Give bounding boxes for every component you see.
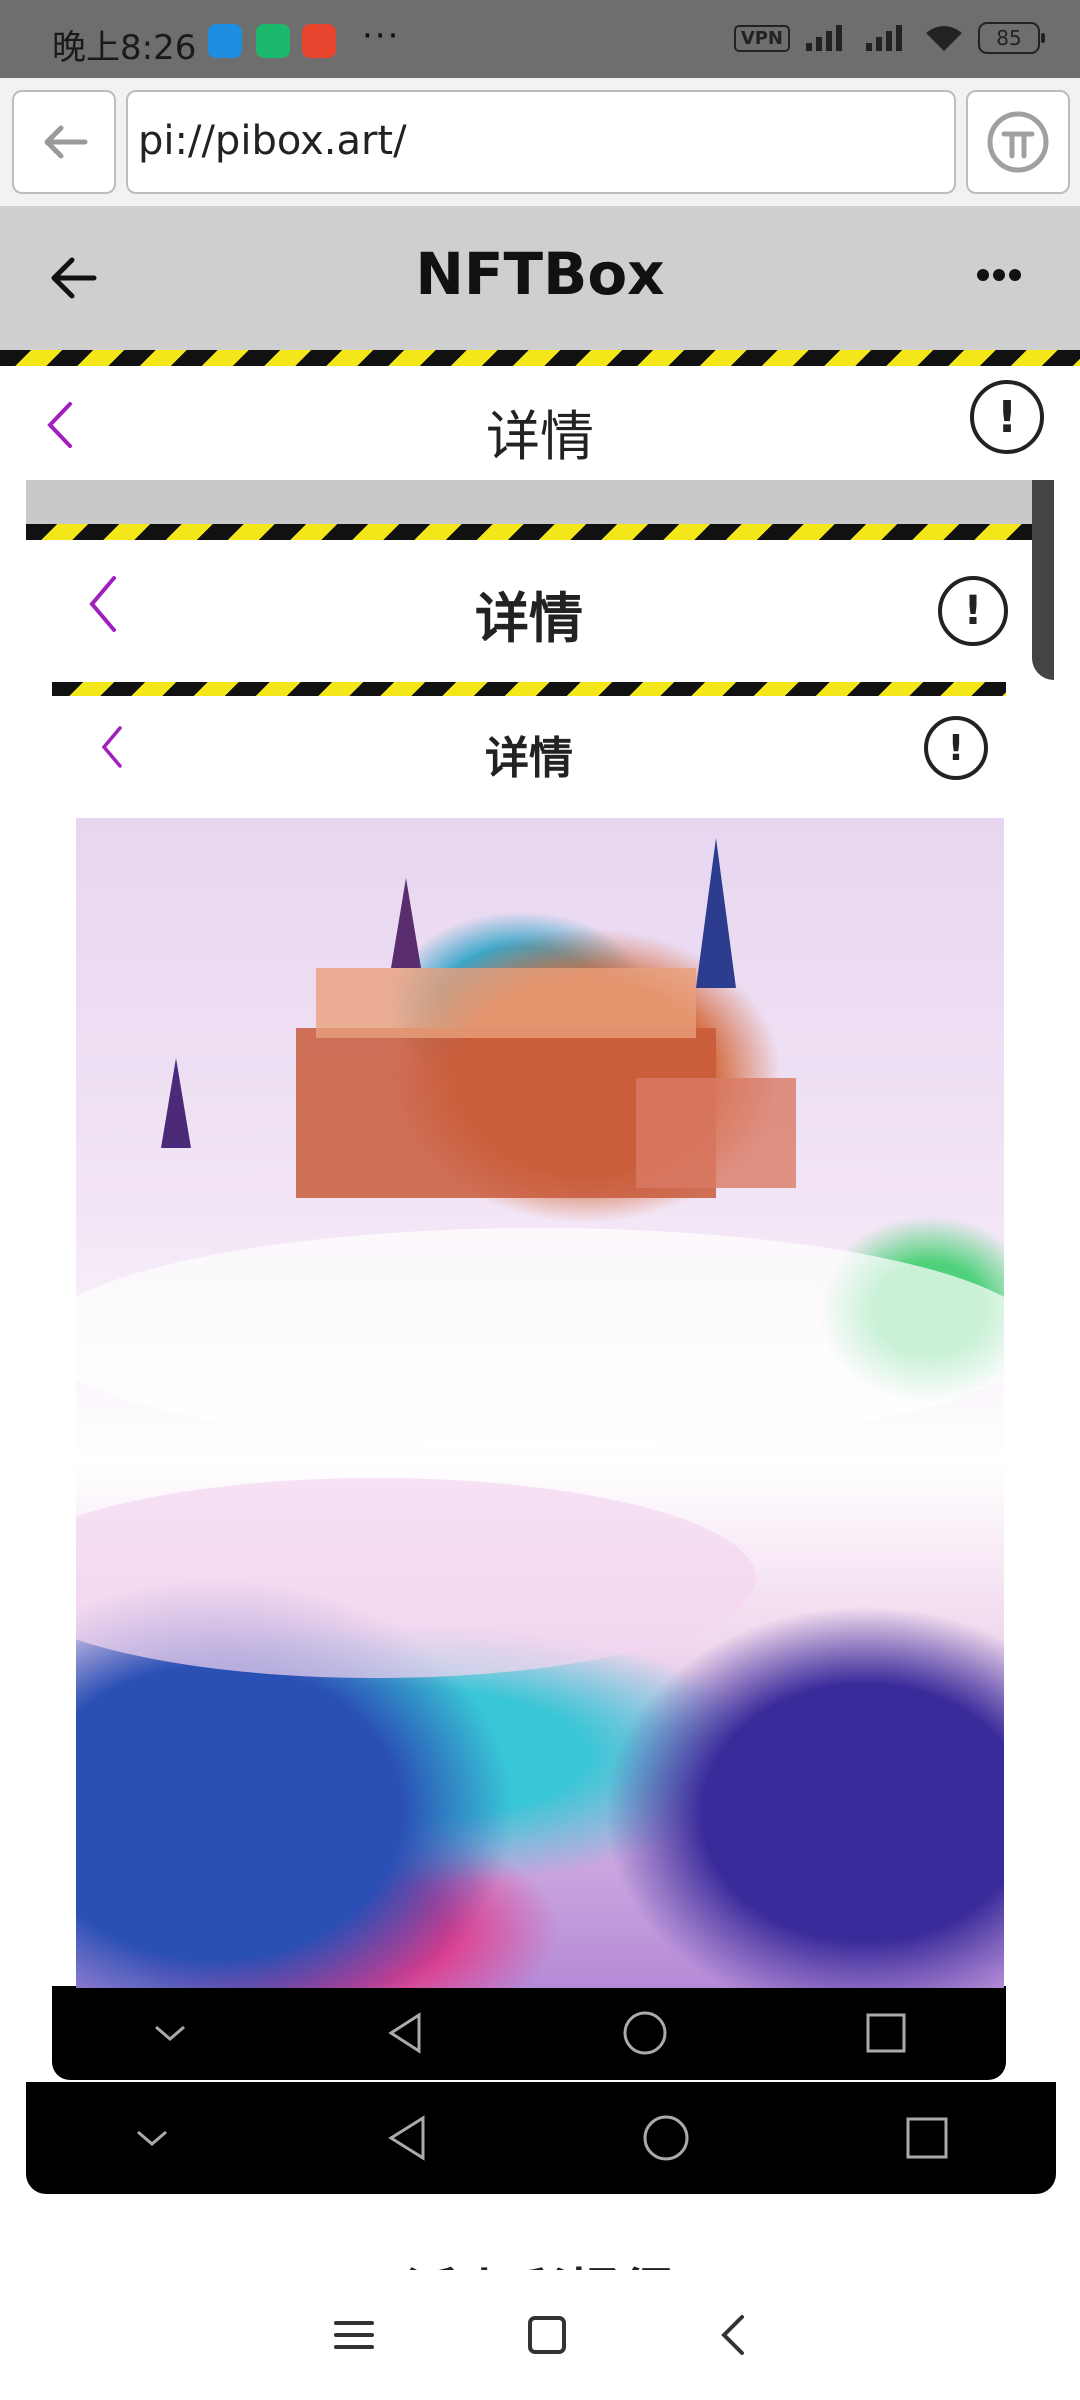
detail-header-3: 详情 ! xyxy=(52,696,1006,802)
status-bar: 晚上8:26 ··· VPN 85 xyxy=(0,0,1080,78)
signal-icon xyxy=(806,25,842,51)
artwork-caption: 派上彩橘得 xyxy=(0,2250,1080,2270)
hazard-stripe xyxy=(52,682,1006,696)
pi-button[interactable] xyxy=(966,90,1070,194)
browser-toolbar: pi://pibox.art/ xyxy=(0,78,1080,208)
app-header: NFTBox xyxy=(0,206,1080,350)
nav-recents-icon[interactable] xyxy=(864,2011,908,2055)
chevron-down-icon[interactable] xyxy=(150,2021,190,2045)
hazard-stripe xyxy=(26,524,1032,540)
castle-illustration xyxy=(0,838,1040,1678)
nft-artwork-image[interactable] xyxy=(0,818,1040,1988)
hazard-stripe xyxy=(0,350,1080,366)
detail-title: 详情 xyxy=(475,587,583,650)
detail-title: 详情 xyxy=(486,405,594,468)
nav-home-icon[interactable] xyxy=(621,2009,669,2057)
nav-back-icon[interactable] xyxy=(385,2011,425,2055)
home-square-icon[interactable] xyxy=(526,2314,568,2356)
url-text[interactable]: pi://pibox.art/ xyxy=(138,118,407,164)
vpn-icon: VPN xyxy=(733,24,790,52)
nav-back-icon[interactable] xyxy=(385,2114,429,2162)
caption-clip: 派上彩橘得 xyxy=(0,2194,1080,2270)
back-chevron-icon[interactable] xyxy=(718,2313,748,2357)
detail-header-2: 详情 ! xyxy=(26,540,1032,672)
status-time: 晚上8:26 xyxy=(52,28,197,68)
info-icon[interactable]: ! xyxy=(970,380,1044,454)
nav-recents-icon[interactable] xyxy=(904,2115,950,2161)
battery-icon: 85 xyxy=(978,22,1045,54)
menu-icon[interactable] xyxy=(332,2317,376,2353)
app-icon-1 xyxy=(208,24,242,58)
more-options-icon[interactable] xyxy=(976,268,1022,282)
detail-title: 详情 xyxy=(485,733,573,784)
arrow-left-icon xyxy=(44,125,88,159)
taobao-icon xyxy=(302,24,336,58)
system-nav-bar xyxy=(0,2270,1080,2400)
wifi-icon xyxy=(926,26,962,51)
more-notifications-icon: ··· xyxy=(362,16,401,56)
info-icon[interactable]: ! xyxy=(938,576,1008,646)
inner-nav-bar xyxy=(52,1986,1006,2080)
nav-home-icon[interactable] xyxy=(641,2113,691,2163)
app-icon-2 xyxy=(256,24,290,58)
detail-header-1: 详情 ! xyxy=(0,366,1080,480)
nested-header-band xyxy=(26,480,1032,524)
browser-back-button[interactable] xyxy=(12,90,116,194)
outer-nav-bar xyxy=(26,2082,1056,2194)
chevron-down-icon[interactable] xyxy=(132,2126,172,2150)
app-title: NFTBox xyxy=(415,240,665,308)
pi-icon xyxy=(987,111,1049,173)
status-icons: VPN 85 xyxy=(733,22,1045,54)
scrollbar-thumb[interactable] xyxy=(1032,480,1054,680)
signal-icon xyxy=(866,25,902,51)
info-icon[interactable]: ! xyxy=(924,716,988,780)
